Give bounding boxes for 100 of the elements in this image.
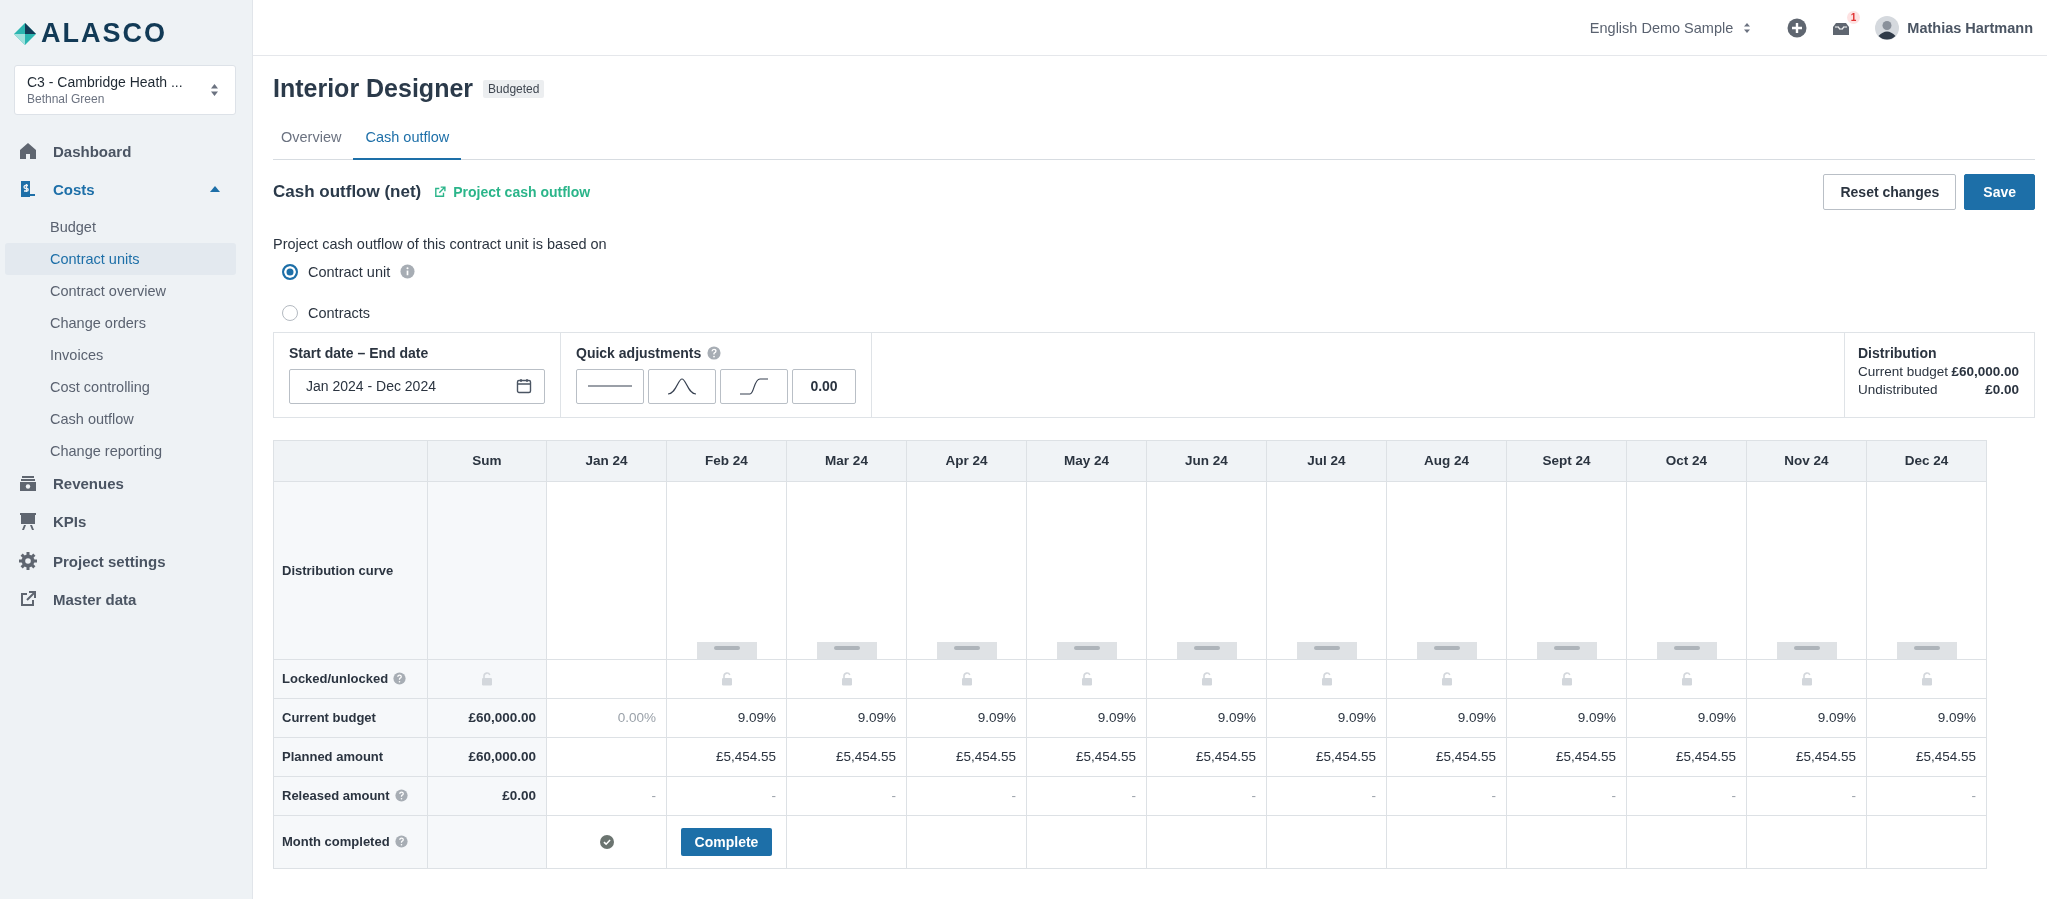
share-value[interactable]: 9.09%: [1217, 710, 1256, 725]
sum-value: £0.00: [502, 788, 536, 803]
padlock-icon[interactable]: [481, 672, 493, 687]
logo-text: ALASCO: [41, 18, 167, 49]
padlock-icon[interactable]: [1920, 672, 1933, 687]
curve-bar-handle[interactable]: [1656, 641, 1717, 659]
released-value: -: [1731, 788, 1736, 803]
date-range-field[interactable]: Jan 2024 - Dec 2024: [289, 368, 545, 404]
share-value[interactable]: 9.09%: [737, 710, 776, 725]
planned-value: £5,454.55: [835, 749, 896, 764]
nav-subitem[interactable]: Cash outflow: [5, 403, 236, 435]
curve-bar-handle[interactable]: [1056, 641, 1117, 659]
column-header: Sept 24: [1506, 440, 1627, 481]
padlock-icon[interactable]: [960, 672, 973, 687]
save-button[interactable]: Save: [1964, 173, 2035, 210]
padlock-icon[interactable]: [1680, 672, 1693, 687]
distribution-value: £60,000.00: [1951, 363, 2019, 379]
padlock-icon[interactable]: [1560, 672, 1573, 687]
column-header: Jul 24: [1266, 440, 1387, 481]
released-value: -: [1491, 788, 1496, 803]
external-link-icon: [433, 184, 448, 199]
factor-field[interactable]: 0.00: [792, 368, 856, 404]
row-label: Planned amount: [282, 749, 384, 764]
share-value[interactable]: 9.09%: [1097, 710, 1136, 725]
curve-bar-handle[interactable]: [1296, 641, 1357, 659]
curve-bar-handle[interactable]: [1416, 641, 1477, 659]
curve-bar-handle[interactable]: [1896, 641, 1957, 659]
nav-item[interactable]: Project settings: [5, 545, 236, 577]
nav-item[interactable]: KPIs: [5, 505, 236, 537]
tab[interactable]: Cash outflow: [353, 119, 462, 160]
share-value[interactable]: 9.09%: [1337, 710, 1376, 725]
updown-icon: [1743, 21, 1752, 34]
planned-value: £5,454.55: [1315, 749, 1376, 764]
nav-subitem[interactable]: Contract units: [5, 243, 236, 275]
share-value[interactable]: 9.09%: [977, 710, 1016, 725]
nav-subitem[interactable]: Budget: [5, 211, 236, 243]
nav-item[interactable]: Dashboard: [5, 135, 236, 167]
avatar-icon[interactable]: [1875, 15, 1900, 40]
released-value: -: [1851, 788, 1856, 803]
radio-button[interactable]: [282, 263, 298, 280]
curve-bar-handle[interactable]: [816, 641, 877, 659]
share-value[interactable]: 9.09%: [1577, 710, 1616, 725]
logo-icon: [13, 21, 37, 46]
share-value[interactable]: 9.09%: [1697, 710, 1736, 725]
nav-subitem[interactable]: Change reporting: [5, 435, 236, 467]
nav-item[interactable]: Master data: [5, 583, 236, 615]
padlock-icon[interactable]: [1440, 672, 1453, 687]
curve-bar-handle[interactable]: [1176, 641, 1237, 659]
radio-button[interactable]: [282, 304, 298, 321]
user-name[interactable]: Mathias Hartmann: [1907, 19, 2033, 36]
released-value: -: [1371, 788, 1376, 803]
row-label: Current budget: [282, 710, 376, 725]
s-curve-button[interactable]: [720, 368, 788, 404]
presentation-board-icon: [18, 511, 38, 531]
help-icon: [707, 345, 722, 360]
reset-button[interactable]: Reset changes: [1823, 173, 1957, 210]
add-icon[interactable]: [1787, 17, 1808, 38]
notification-badge: 1: [1846, 10, 1861, 24]
column-header: Dec 24: [1866, 440, 1987, 481]
curve-bar-handle[interactable]: [936, 641, 997, 659]
padlock-icon[interactable]: [720, 672, 733, 687]
share-value[interactable]: 9.09%: [1817, 710, 1856, 725]
workspace-selector[interactable]: English Demo Sample: [1589, 19, 1752, 36]
released-value: -: [1131, 788, 1136, 803]
flat-line-icon: [588, 385, 632, 387]
nav-item[interactable]: Costs: [5, 173, 236, 205]
released-value: -: [771, 788, 776, 803]
section-title: Cash outflow (net): [273, 181, 422, 202]
share-value[interactable]: 9.09%: [1457, 710, 1496, 725]
nav-subitem[interactable]: Contract overview: [5, 275, 236, 307]
padlock-icon[interactable]: [1800, 672, 1813, 687]
padlock-icon[interactable]: [840, 672, 853, 687]
nav-subitem[interactable]: Change orders: [5, 307, 236, 339]
column-header: Nov 24: [1746, 440, 1867, 481]
padlock-icon[interactable]: [1080, 672, 1093, 687]
cash-register-icon: [18, 473, 38, 493]
flat-curve-button[interactable]: [576, 368, 644, 404]
bell-curve-icon: [667, 377, 697, 395]
row-label: Released amount: [282, 788, 390, 803]
share-value[interactable]: 9.09%: [857, 710, 896, 725]
padlock-icon[interactable]: [1200, 672, 1213, 687]
curve-bar-handle[interactable]: [1536, 641, 1597, 659]
radio-label[interactable]: Contracts: [308, 304, 371, 321]
complete-button[interactable]: Complete: [680, 827, 773, 856]
column-header: Sum: [427, 440, 547, 481]
project-selector[interactable]: C3 - Cambridge Heath ... Bethnal Green: [14, 65, 236, 115]
tab[interactable]: Overview: [273, 119, 354, 160]
radio-label[interactable]: Contract unit: [308, 263, 391, 280]
column-header: Mar 24: [786, 440, 907, 481]
status-badge: Budgeted: [483, 79, 545, 98]
nav-subitem[interactable]: Cost controlling: [5, 371, 236, 403]
nav-item[interactable]: Revenues: [5, 467, 236, 499]
padlock-icon[interactable]: [1320, 672, 1333, 687]
share-value[interactable]: 9.09%: [1937, 710, 1976, 725]
curve-bar-handle[interactable]: [696, 641, 757, 659]
curve-bar-handle[interactable]: [1776, 641, 1837, 659]
updown-icon: [210, 83, 219, 97]
released-value: -: [891, 788, 896, 803]
nav-subitem[interactable]: Invoices: [5, 339, 236, 371]
bell-curve-button[interactable]: [648, 368, 716, 404]
